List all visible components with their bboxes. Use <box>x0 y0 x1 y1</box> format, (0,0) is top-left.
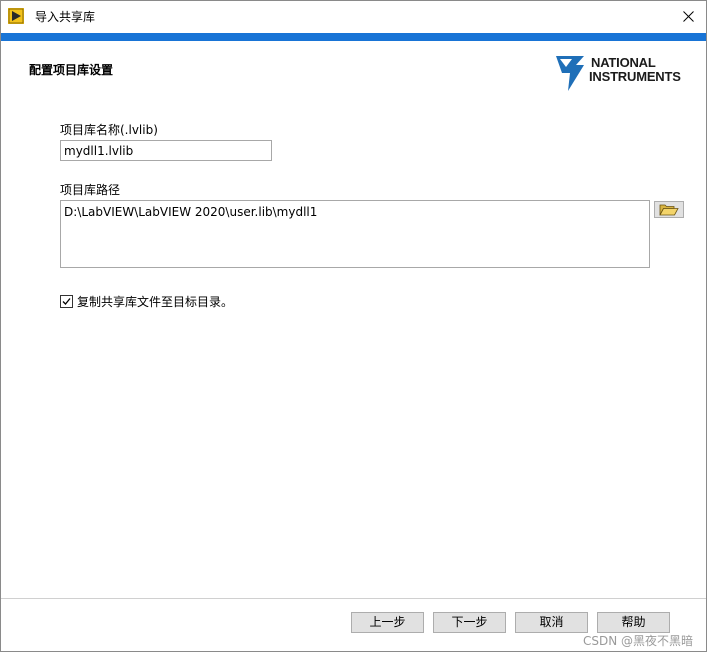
window-title: 导入共享库 <box>35 10 96 24</box>
library-path-label: 项目库路径 <box>60 183 121 197</box>
logo-line2: INSTRUMENTS <box>589 69 681 84</box>
library-path-input[interactable]: D:\LabVIEW\LabVIEW 2020\user.lib\mydll1 <box>60 200 650 268</box>
title-bar: 导入共享库 <box>1 1 706 32</box>
help-button[interactable]: 帮助 <box>597 612 670 633</box>
library-name-input[interactable]: mydll1.lvlib <box>60 140 272 161</box>
back-button[interactable]: 上一步 <box>351 612 424 633</box>
folder-open-icon <box>659 204 679 216</box>
checkmark-icon <box>62 298 71 305</box>
watermark-text: CSDN @黑夜不黑暗 <box>583 634 694 648</box>
cancel-button[interactable]: 取消 <box>515 612 588 633</box>
copy-files-label[interactable]: 复制共享库文件至目标目录。 <box>77 293 233 310</box>
ni-logo-text: NATIONAL INSTRUMENTS <box>589 56 681 84</box>
close-icon <box>682 10 694 22</box>
labview-app-icon <box>8 8 24 24</box>
browse-button[interactable] <box>654 201 684 218</box>
page-title: 配置项目库设置 <box>29 63 114 77</box>
accent-band <box>1 33 706 41</box>
dialog-window: 导入共享库 配置项目库设置 NATIONAL INSTRUMENTS 项目库名称… <box>0 0 707 652</box>
library-name-label: 项目库名称(.lvlib) <box>60 123 158 137</box>
close-button[interactable] <box>676 5 700 27</box>
next-button[interactable]: 下一步 <box>433 612 506 633</box>
copy-files-checkbox[interactable] <box>60 295 73 308</box>
logo-line1: NATIONAL <box>591 55 656 70</box>
